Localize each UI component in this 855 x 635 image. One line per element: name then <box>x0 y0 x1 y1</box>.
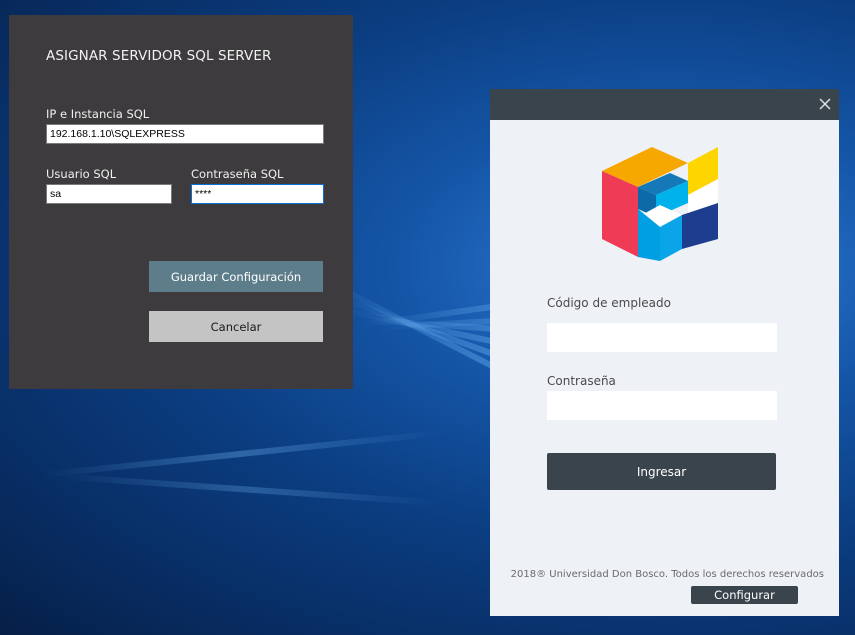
user-input[interactable]: sa <box>46 184 172 204</box>
instance-input[interactable]: 192.168.1.10\SQLEXPRESS <box>46 124 324 144</box>
dialog-title: ASIGNAR SERVIDOR SQL SERVER <box>46 48 272 64</box>
save-config-button[interactable]: Guardar Configuración <box>149 261 323 292</box>
cancel-button[interactable]: Cancelar <box>149 311 323 342</box>
login-window: Código de empleado Contraseña Ingresar 2… <box>490 89 839 616</box>
copyright-footer: 2018® Universidad Don Bosco. Todos los d… <box>510 569 824 580</box>
title-bar <box>490 89 839 120</box>
sql-config-dialog: ASIGNAR SERVIDOR SQL SERVER IP e Instanc… <box>9 15 353 389</box>
employee-code-input[interactable] <box>547 323 777 352</box>
user-label: Usuario SQL <box>46 167 117 181</box>
instance-label: IP e Instancia SQL <box>46 107 150 121</box>
logo-icon <box>602 147 718 261</box>
login-password-label: Contraseña <box>547 374 616 388</box>
login-button[interactable]: Ingresar <box>547 453 776 490</box>
configure-button[interactable]: Configurar <box>691 586 798 604</box>
password-input[interactable]: **** <box>191 184 324 204</box>
login-password-input[interactable] <box>547 391 777 420</box>
close-icon[interactable] <box>818 97 832 111</box>
password-label: Contraseña SQL <box>191 167 284 181</box>
employee-code-label: Código de empleado <box>547 296 671 310</box>
